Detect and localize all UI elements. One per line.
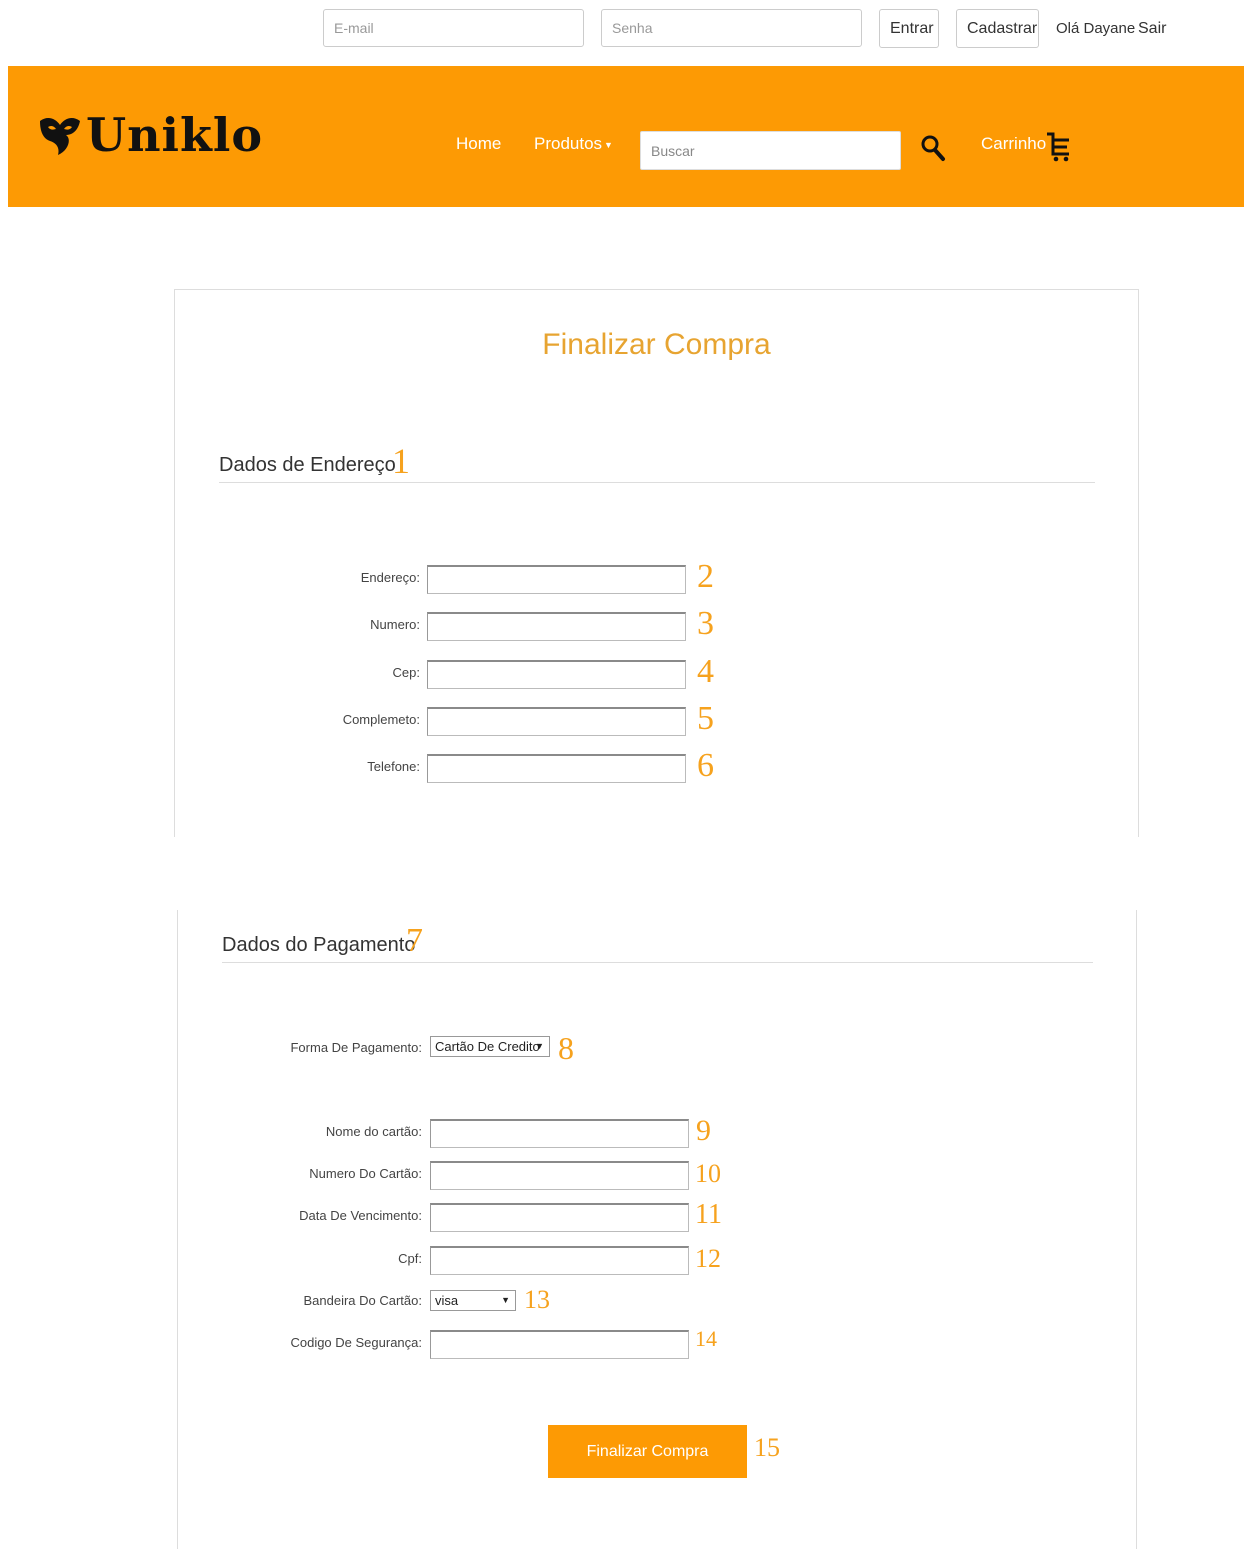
annotation-number: 7 xyxy=(406,922,423,959)
card-brand-value: visa xyxy=(435,1293,459,1308)
payment-method-select[interactable]: Cartão De Credito ▼ xyxy=(430,1036,550,1057)
email-input[interactable] xyxy=(323,9,584,47)
cep-label: Cep: xyxy=(392,665,420,680)
brand-name: Uniklo xyxy=(86,108,264,162)
complement-input[interactable] xyxy=(427,707,686,736)
number-input[interactable] xyxy=(427,612,686,641)
user-greeting: Olá Dayane xyxy=(1056,20,1136,37)
caret-down-icon: ▼ xyxy=(604,139,613,150)
card-name-label: Nome do cartão: xyxy=(325,1124,422,1139)
logout-link[interactable]: Sair xyxy=(1138,20,1166,38)
nav-home[interactable]: Home xyxy=(456,134,501,154)
annotation-number: 10 xyxy=(695,1159,721,1188)
card-brand-select[interactable]: visa ▼ xyxy=(430,1290,516,1311)
payment-method-value: Cartão De Credito xyxy=(435,1039,540,1054)
security-code-label: Codigo De Segurança: xyxy=(290,1335,422,1350)
address-section-title: Dados de Endereço xyxy=(219,454,396,476)
payment-method-label: Forma De Pagamento: xyxy=(290,1040,422,1055)
card-number-label: Numero Do Cartão: xyxy=(309,1166,422,1181)
annotation-number: 2 xyxy=(697,558,714,595)
dropdown-arrow-icon: ▼ xyxy=(535,1041,544,1051)
section-divider xyxy=(219,482,1095,483)
cpf-input[interactable] xyxy=(430,1246,689,1275)
annotation-number: 3 xyxy=(697,605,714,642)
address-label: Endereço: xyxy=(360,570,420,585)
payment-panel: Dados do Pagamento 7 Forma De Pagamento:… xyxy=(177,910,1137,1549)
search-input[interactable] xyxy=(640,131,901,170)
nav-products-label: Produtos xyxy=(534,134,603,153)
register-button[interactable]: Cadastrar xyxy=(956,9,1039,48)
annotation-number: 12 xyxy=(695,1244,721,1273)
annotation-number: 5 xyxy=(697,700,714,737)
cpf-label: Cpf: xyxy=(398,1251,422,1266)
address-input[interactable] xyxy=(427,565,686,594)
cart-icon[interactable] xyxy=(1045,130,1073,162)
password-input[interactable] xyxy=(601,9,862,47)
nav-cart[interactable]: Carrinho xyxy=(981,134,1046,154)
number-label: Numero: xyxy=(370,617,420,632)
nav-products[interactable]: Produtos ▼ xyxy=(534,134,613,154)
annotation-number: 9 xyxy=(696,1114,711,1147)
annotation-number: 8 xyxy=(558,1030,574,1066)
card-brand-label: Bandeira Do Cartão: xyxy=(303,1293,422,1308)
expiry-date-input[interactable] xyxy=(430,1203,689,1232)
annotation-number: 14 xyxy=(695,1326,717,1351)
annotation-number: 13 xyxy=(524,1285,550,1314)
page-title: Finalizar Compra xyxy=(542,328,771,361)
finish-purchase-button[interactable]: Finalizar Compra xyxy=(548,1425,747,1478)
brand-logo[interactable]: Uniklo xyxy=(38,108,262,170)
card-name-input[interactable] xyxy=(430,1119,689,1148)
complement-label: Complemeto: xyxy=(342,712,420,727)
expiry-date-label: Data De Vencimento: xyxy=(299,1208,422,1223)
annotation-number: 11 xyxy=(695,1199,722,1230)
annotation-number: 1 xyxy=(392,441,410,481)
annotation-number: 6 xyxy=(697,747,714,784)
phone-input[interactable] xyxy=(427,754,686,783)
payment-section-title: Dados do Pagamento xyxy=(222,934,416,956)
site-header: Uniklo Home Produtos▼ Carrinho xyxy=(8,66,1244,207)
annotation-number: 15 xyxy=(754,1433,780,1462)
annotation-number: 4 xyxy=(697,653,714,690)
logo-mask-icon xyxy=(40,118,80,155)
security-code-input[interactable] xyxy=(430,1330,689,1359)
dropdown-arrow-icon: ▼ xyxy=(501,1295,510,1305)
phone-label: Telefone: xyxy=(367,759,420,774)
section-divider xyxy=(222,962,1093,963)
search-icon[interactable] xyxy=(920,134,946,162)
cep-input[interactable] xyxy=(427,660,686,689)
address-panel: Finalizar Compra Dados de Endereço 1 End… xyxy=(174,289,1139,837)
login-button[interactable]: Entrar xyxy=(879,9,939,48)
card-number-input[interactable] xyxy=(430,1161,689,1190)
